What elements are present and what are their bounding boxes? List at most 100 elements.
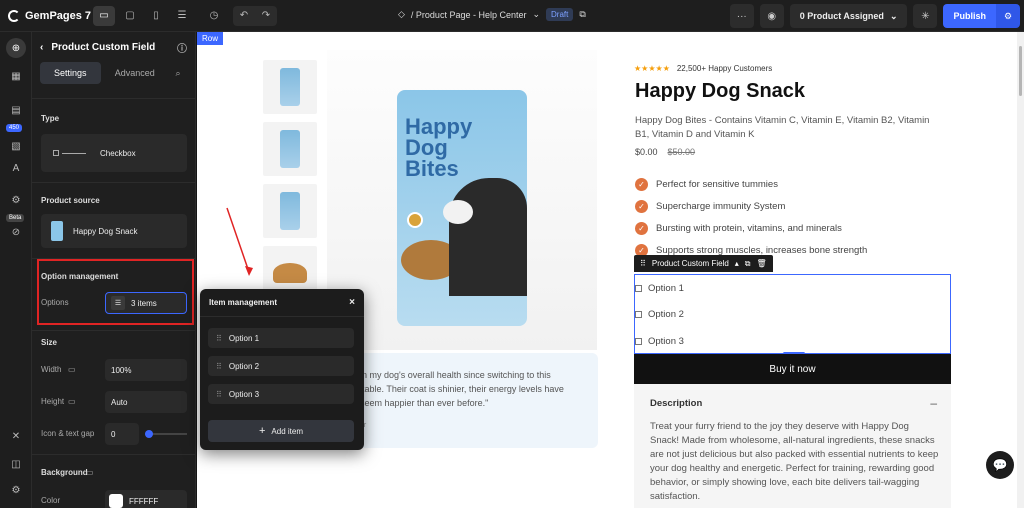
checkbox[interactable] bbox=[635, 338, 642, 345]
product-source-picker[interactable]: Happy Dog Snack bbox=[41, 214, 187, 248]
row-tag[interactable]: Row bbox=[197, 32, 224, 45]
ai-icon[interactable]: A bbox=[6, 158, 26, 178]
rating-text: 22,500+ Happy Customers bbox=[676, 64, 773, 73]
redo-icon[interactable]: ↷ bbox=[255, 6, 277, 26]
color-swatch[interactable] bbox=[109, 494, 123, 508]
desktop-view-icon[interactable]: ▭ bbox=[93, 5, 115, 26]
feature-text: Supercharge immunity System bbox=[656, 201, 786, 212]
chat-support-icon[interactable]: ◫ bbox=[6, 454, 26, 474]
delete-icon[interactable]: 🗑 bbox=[757, 259, 767, 268]
product-assigned-button[interactable]: 0 Product Assigned ⌄ bbox=[789, 4, 908, 28]
feature-text: Bursting with protein, vitamins, and min… bbox=[656, 223, 842, 234]
gallery-thumbnail[interactable] bbox=[263, 184, 317, 238]
check-icon: ✓ bbox=[635, 200, 648, 213]
page-selector[interactable]: ◇ / Product Page - Help Center ⌄ Draft ⧉ bbox=[398, 8, 586, 21]
app-logo[interactable]: GemPages 7 bbox=[8, 9, 93, 22]
option-item[interactable]: ⠿ Option 2 bbox=[208, 356, 354, 376]
loading-icon[interactable]: ✳ bbox=[913, 4, 938, 28]
list-icon: ☰ bbox=[111, 296, 125, 310]
chat-bubble-icon[interactable]: 💬 bbox=[986, 451, 1014, 479]
drag-handle-icon[interactable]: ⠿ bbox=[216, 334, 222, 343]
background-section-title: Background bbox=[41, 468, 88, 477]
option-checkbox[interactable]: Option 3 bbox=[635, 336, 684, 347]
back-chevron-icon[interactable]: ‹ bbox=[40, 42, 43, 53]
star-icon: ★★★★★ bbox=[634, 64, 670, 73]
options-items-button[interactable]: ☰ 3 items bbox=[105, 292, 187, 314]
theme-icon[interactable]: ⊘ bbox=[6, 222, 26, 242]
width-label: Width bbox=[41, 365, 62, 374]
undo-icon[interactable]: ↶ bbox=[233, 6, 255, 26]
product-source-value: Happy Dog Snack bbox=[73, 226, 138, 236]
caret-up-icon[interactable]: ▴ bbox=[735, 259, 739, 268]
checkbox[interactable] bbox=[635, 311, 642, 318]
buy-now-button[interactable]: Buy it now bbox=[634, 354, 951, 384]
publish-button[interactable]: Publish bbox=[943, 4, 996, 28]
help-icon[interactable]: ⓘ bbox=[177, 40, 187, 55]
description-accordion: Description – Treat your furry friend to… bbox=[634, 384, 951, 508]
page-title: / Product Page - Help Center bbox=[410, 9, 527, 20]
dog-image bbox=[449, 178, 527, 296]
tab-advanced[interactable]: Advanced bbox=[105, 62, 166, 84]
close-x-icon[interactable]: ✕ bbox=[6, 426, 26, 446]
product-thumbnail bbox=[51, 221, 63, 241]
panel-header: ‹ Product Custom Field ⓘ bbox=[32, 32, 195, 62]
media-icon[interactable]: ▧ bbox=[6, 136, 26, 156]
drag-handle-icon[interactable]: ⠿ bbox=[640, 259, 646, 268]
checkbox[interactable] bbox=[635, 285, 642, 292]
chevron-down-icon: ⌄ bbox=[532, 9, 541, 19]
popup-header: Item management × bbox=[200, 289, 364, 317]
more-icon[interactable]: ··· bbox=[729, 4, 754, 28]
description-title[interactable]: Description bbox=[650, 398, 702, 409]
color-input[interactable]: FFFFFF bbox=[105, 490, 187, 508]
gap-input[interactable]: 0 bbox=[105, 423, 139, 445]
product-custom-field[interactable]: Option 1 Option 2 Option 3 bbox=[634, 274, 951, 355]
minus-icon[interactable]: – bbox=[930, 396, 937, 410]
add-item-label: Add item bbox=[271, 426, 303, 436]
option-item[interactable]: ⠿ Option 3 bbox=[208, 384, 354, 404]
tablet-view-icon[interactable]: ▢ bbox=[119, 6, 141, 26]
scrollbar-thumb[interactable] bbox=[1019, 46, 1022, 96]
element-toolbar[interactable]: ⠿ Product Custom Field ▴ ⧉ 🗑 bbox=[634, 255, 773, 272]
settings-icon[interactable]: ⚙ bbox=[6, 480, 26, 500]
gallery-thumbnail[interactable] bbox=[263, 122, 317, 176]
mobile-view-icon[interactable]: ▯ bbox=[145, 6, 167, 26]
close-icon[interactable]: × bbox=[349, 297, 355, 308]
thumbnail-image bbox=[280, 192, 300, 230]
device-icon: ▭ bbox=[68, 365, 76, 374]
width-input[interactable]: 100% bbox=[105, 359, 187, 381]
history-icon[interactable]: ◷ bbox=[203, 6, 225, 26]
description-text: Treat your furry friend to the joy they … bbox=[650, 421, 939, 502]
option-checkbox[interactable]: Option 2 bbox=[635, 309, 684, 320]
app-name: GemPages 7 bbox=[25, 9, 92, 22]
divider bbox=[32, 182, 196, 183]
height-input[interactable]: Auto bbox=[105, 391, 187, 413]
library-icon[interactable]: ⧉ bbox=[579, 9, 585, 20]
add-element-icon[interactable]: ⊕ bbox=[6, 38, 26, 58]
preview-eye-icon[interactable]: ◉ bbox=[759, 4, 784, 28]
drag-handle-icon[interactable]: ⠿ bbox=[216, 390, 222, 399]
drag-handle-icon[interactable]: ⠿ bbox=[216, 362, 222, 371]
add-item-button[interactable]: + Add item bbox=[208, 420, 354, 442]
pages-icon[interactable]: ▤ bbox=[6, 100, 26, 120]
canvas-scrollbar[interactable] bbox=[1017, 32, 1024, 508]
apps-icon[interactable]: ⚙ bbox=[6, 190, 26, 210]
option-item[interactable]: ⠿ Option 1 bbox=[208, 328, 354, 348]
tab-settings[interactable]: Settings bbox=[40, 62, 101, 84]
search-icon[interactable]: ⌕ bbox=[169, 62, 187, 84]
divider bbox=[32, 98, 196, 99]
publish-settings-icon[interactable]: ⚙ bbox=[996, 4, 1020, 28]
option-checkbox[interactable]: Option 1 bbox=[635, 283, 684, 294]
compare-price: $50.00 bbox=[667, 147, 696, 157]
device-icon: ▭ bbox=[68, 397, 76, 406]
gallery-thumbnail[interactable] bbox=[263, 60, 317, 114]
size-section-title: Size bbox=[41, 338, 58, 347]
duplicate-icon[interactable]: ⧉ bbox=[745, 259, 751, 269]
feature-item: ✓ Perfect for sensitive tummies bbox=[635, 178, 778, 191]
slider-thumb[interactable] bbox=[145, 430, 153, 438]
layers-icon[interactable]: ▦ bbox=[6, 66, 26, 86]
divider bbox=[32, 330, 196, 331]
type-selector[interactable]: Checkbox bbox=[41, 134, 187, 172]
gap-slider[interactable] bbox=[145, 430, 187, 438]
product-main-image[interactable]: Happy Dog Bites bbox=[327, 50, 597, 350]
layout-view-icon[interactable]: ☰ bbox=[171, 6, 193, 26]
